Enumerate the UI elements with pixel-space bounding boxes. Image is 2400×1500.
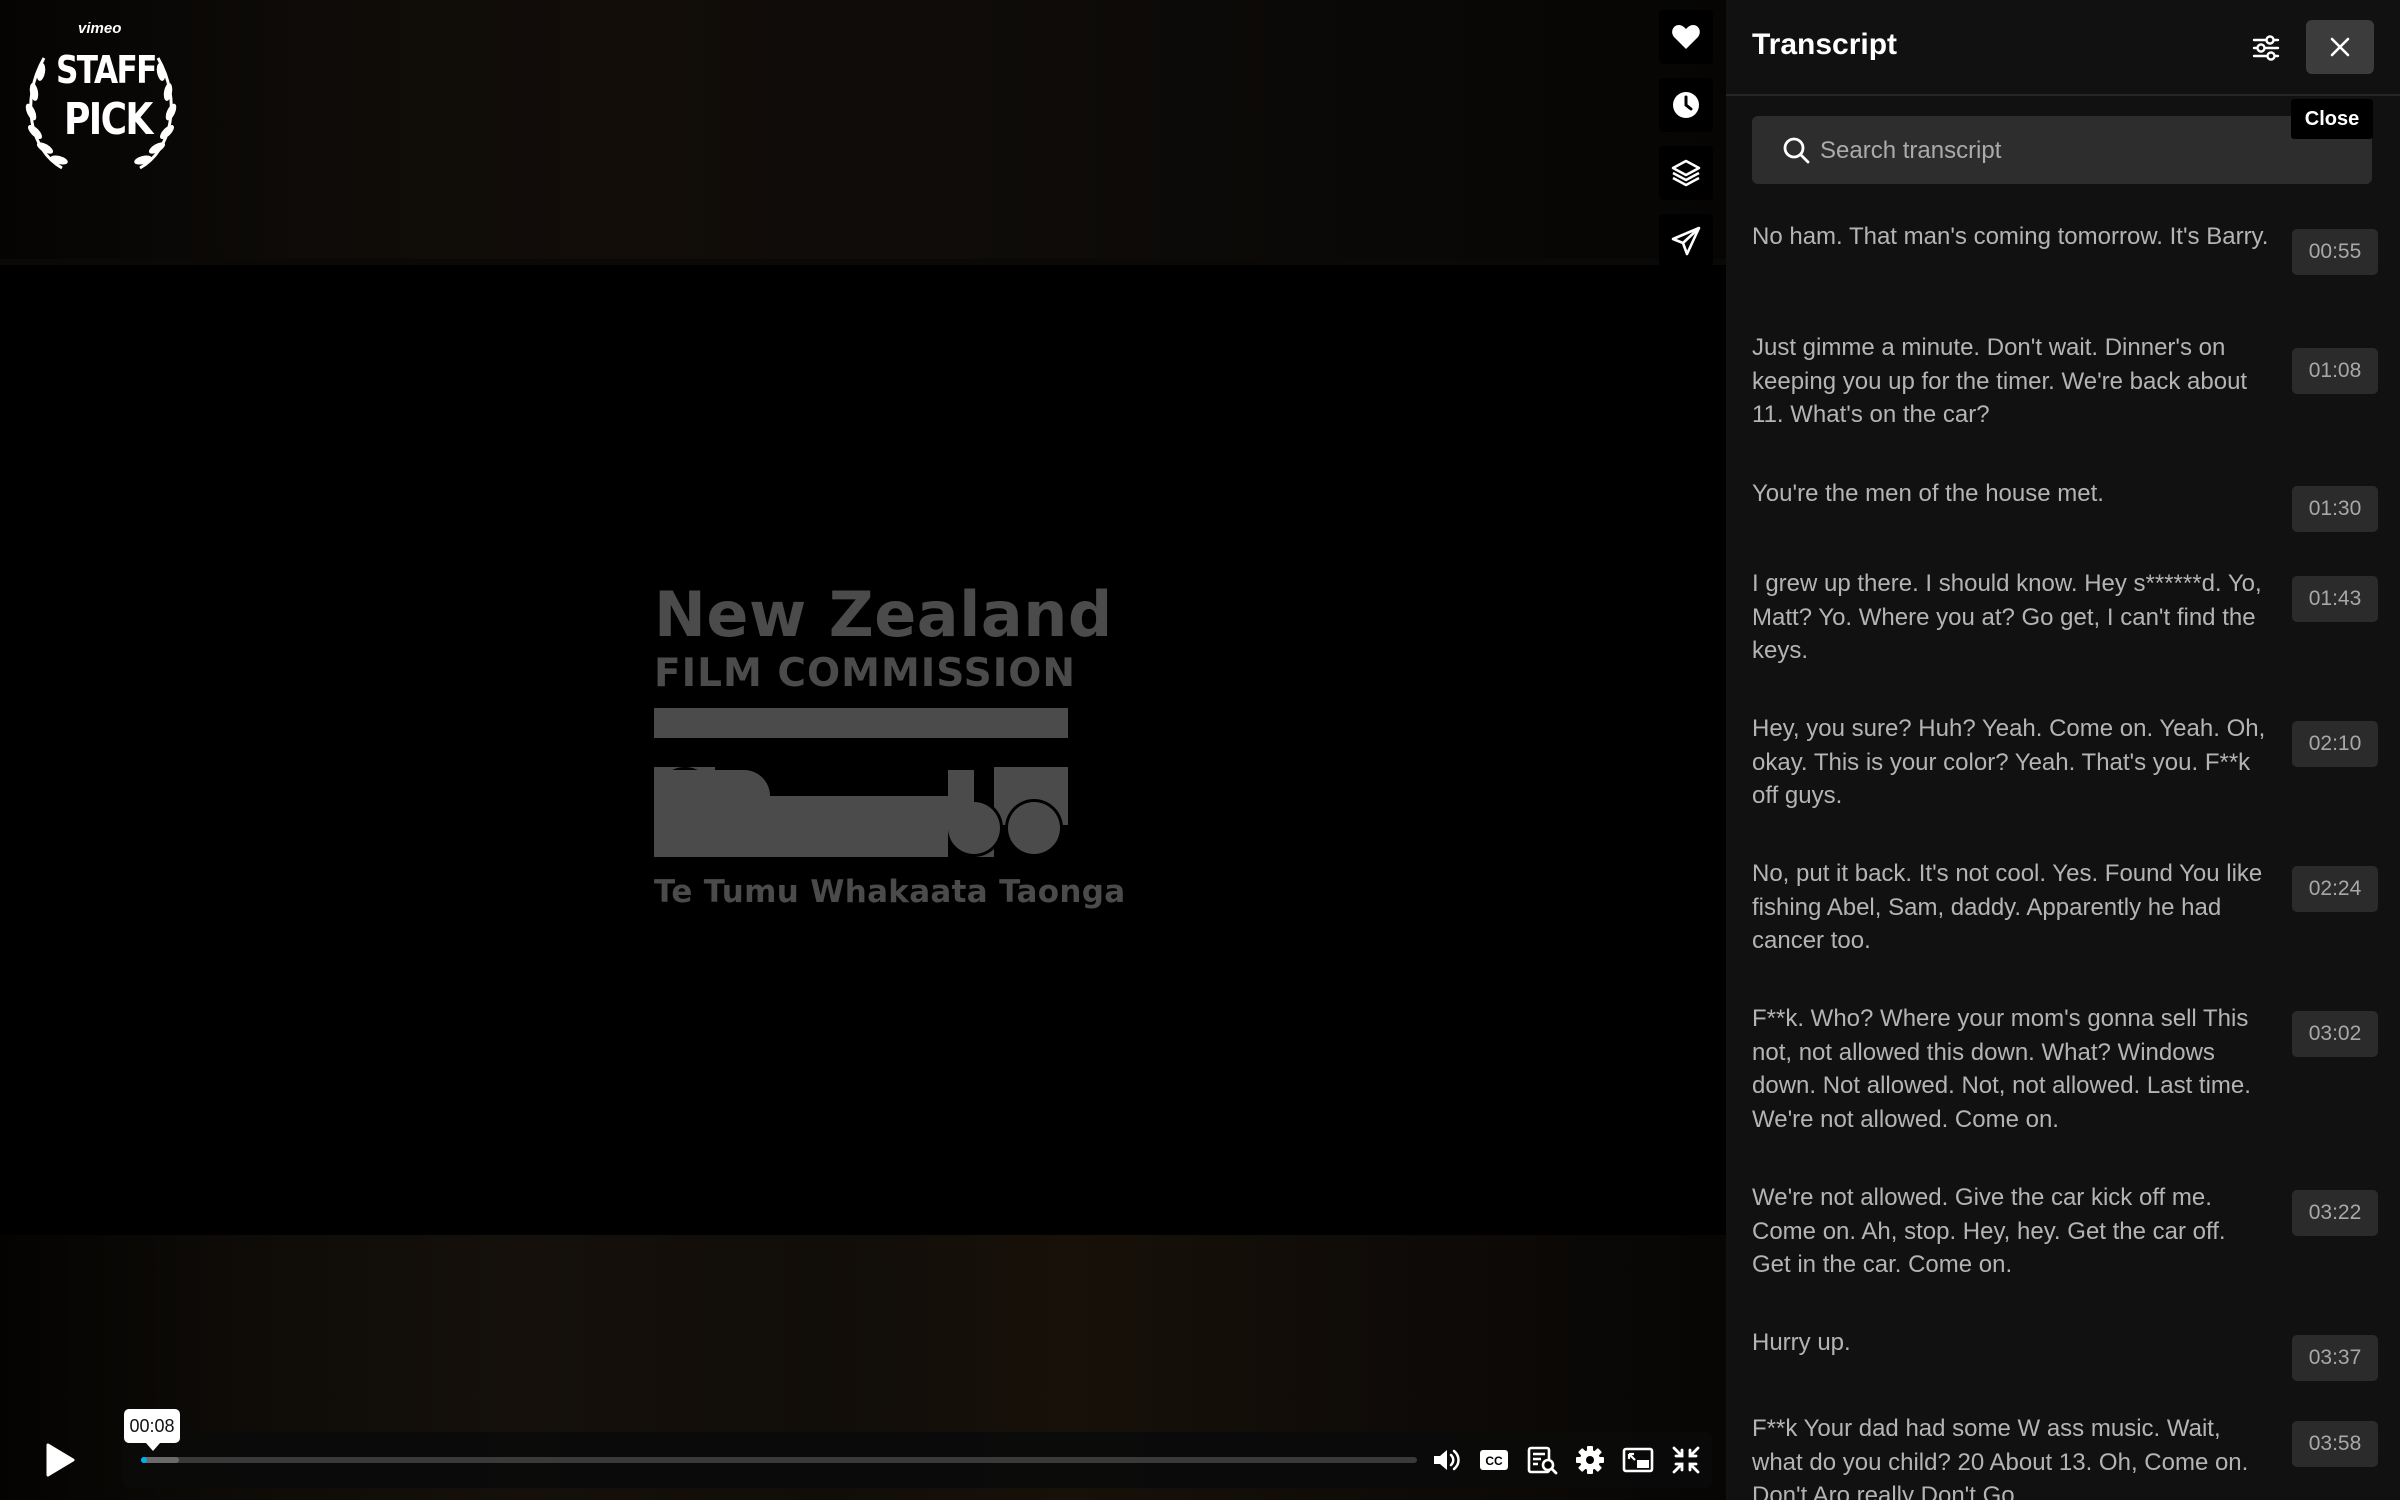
exit-fullscreen-button[interactable] xyxy=(1669,1440,1703,1480)
transcript-text: No ham. That man's coming tomorrow. It's… xyxy=(1752,223,2269,250)
sliders-icon xyxy=(2252,35,2280,61)
logo-line1: New Zealand xyxy=(654,578,1113,651)
transcript-text: No, put it back. It's not cool. Yes. Fou… xyxy=(1752,860,2263,954)
transcript-text: We're not allowed. Give the car kick off… xyxy=(1752,1184,2226,1278)
timestamp-button[interactable]: 00:55 xyxy=(2292,229,2378,275)
timestamp-button[interactable]: 03:22 xyxy=(2292,1190,2378,1236)
clock-icon xyxy=(1673,92,1699,118)
transcript-text: Hey, you sure? Huh? Yeah. Come on. Yeah.… xyxy=(1752,715,2266,809)
transcript-text: F**k. Who? Where your mom's gonna sell T… xyxy=(1752,1005,2251,1133)
layers-icon xyxy=(1671,159,1701,187)
close-icon xyxy=(2330,37,2350,57)
search-placeholder: Search transcript xyxy=(1820,137,2002,164)
share-button[interactable] xyxy=(1659,214,1713,268)
settings-icon xyxy=(1576,1446,1604,1474)
settings-button[interactable] xyxy=(1573,1440,1607,1480)
transcript-text: You're the men of the house met. xyxy=(1752,480,2104,507)
logo-mark xyxy=(654,708,1068,857)
watch-later-button[interactable] xyxy=(1659,78,1713,132)
picture-in-picture-icon xyxy=(1622,1447,1654,1473)
video-frame-top xyxy=(0,0,1726,265)
timestamp-button[interactable]: 01:08 xyxy=(2292,348,2378,394)
close-tooltip: Close xyxy=(2291,99,2373,139)
staff-pick-badge[interactable]: vimeo STAFF PICK xyxy=(22,20,180,178)
time-tooltip: 00:08 xyxy=(124,1409,180,1451)
exit-fullscreen-icon xyxy=(1672,1446,1700,1474)
transcript-text: Just gimme a minute. Don't wait. Dinner'… xyxy=(1752,334,2248,428)
picture-in-picture-button[interactable] xyxy=(1621,1440,1655,1480)
transcript-panel: Transcript Search transcript No ham. Tha… xyxy=(1726,0,2400,1500)
control-icons: CC xyxy=(1429,1440,1703,1480)
volume-icon xyxy=(1434,1449,1460,1471)
svg-text:CC: CC xyxy=(1485,1454,1503,1468)
play-icon xyxy=(46,1443,75,1477)
play-button[interactable] xyxy=(40,1437,80,1483)
collections-button[interactable] xyxy=(1659,146,1713,200)
timestamp-button[interactable]: 03:37 xyxy=(2292,1335,2378,1381)
progress-played xyxy=(141,1457,147,1463)
transcript-settings-button[interactable] xyxy=(2246,28,2286,68)
search-input[interactable]: Search transcript xyxy=(1752,116,2372,184)
badge-brand: vimeo xyxy=(78,20,122,37)
timestamp-button[interactable]: 01:30 xyxy=(2292,486,2378,532)
heart-icon xyxy=(1672,25,1700,49)
close-button[interactable] xyxy=(2306,20,2374,74)
send-icon xyxy=(1671,226,1701,256)
like-button[interactable] xyxy=(1659,10,1713,64)
timestamp-button[interactable]: 01:43 xyxy=(2292,576,2378,622)
transcript-text: Hurry up. xyxy=(1752,1329,1851,1356)
transcript-title: Transcript xyxy=(1752,28,1898,61)
captions-button[interactable]: CC xyxy=(1477,1440,1511,1480)
transcript-button[interactable] xyxy=(1525,1440,1559,1480)
video-player[interactable]: vimeo STAFF PICK New Zealand FILM COMMIS… xyxy=(0,0,1726,1500)
film-commission-logo: New Zealand FILM COMMISSION Te Tumu Whak… xyxy=(654,578,1126,920)
logo-line2: FILM COMMISSION xyxy=(654,651,1077,696)
transcript-header: Transcript xyxy=(1726,0,2400,96)
volume-button[interactable] xyxy=(1429,1440,1463,1480)
badge-line1: STAFF xyxy=(56,48,157,92)
transcript-icon xyxy=(1527,1446,1558,1475)
badge-line2: PICK xyxy=(64,94,153,145)
timestamp-button[interactable]: 02:10 xyxy=(2292,721,2378,767)
progress-bar[interactable] xyxy=(141,1457,1417,1463)
timestamp-button[interactable]: 03:58 xyxy=(2292,1421,2378,1467)
captions-icon: CC xyxy=(1480,1450,1508,1470)
search-icon xyxy=(1783,137,1810,164)
side-actions xyxy=(1659,10,1713,268)
timestamp-button[interactable]: 03:02 xyxy=(2292,1011,2378,1057)
logo-line3: Te Tumu Whakaata Taonga xyxy=(654,874,1126,910)
transcript-text: F**k Your dad had some W ass music. Wait… xyxy=(1752,1415,2249,1500)
transcript-text: I grew up there. I should know. Hey s***… xyxy=(1752,570,2262,664)
timestamp-button[interactable]: 02:24 xyxy=(2292,866,2378,912)
